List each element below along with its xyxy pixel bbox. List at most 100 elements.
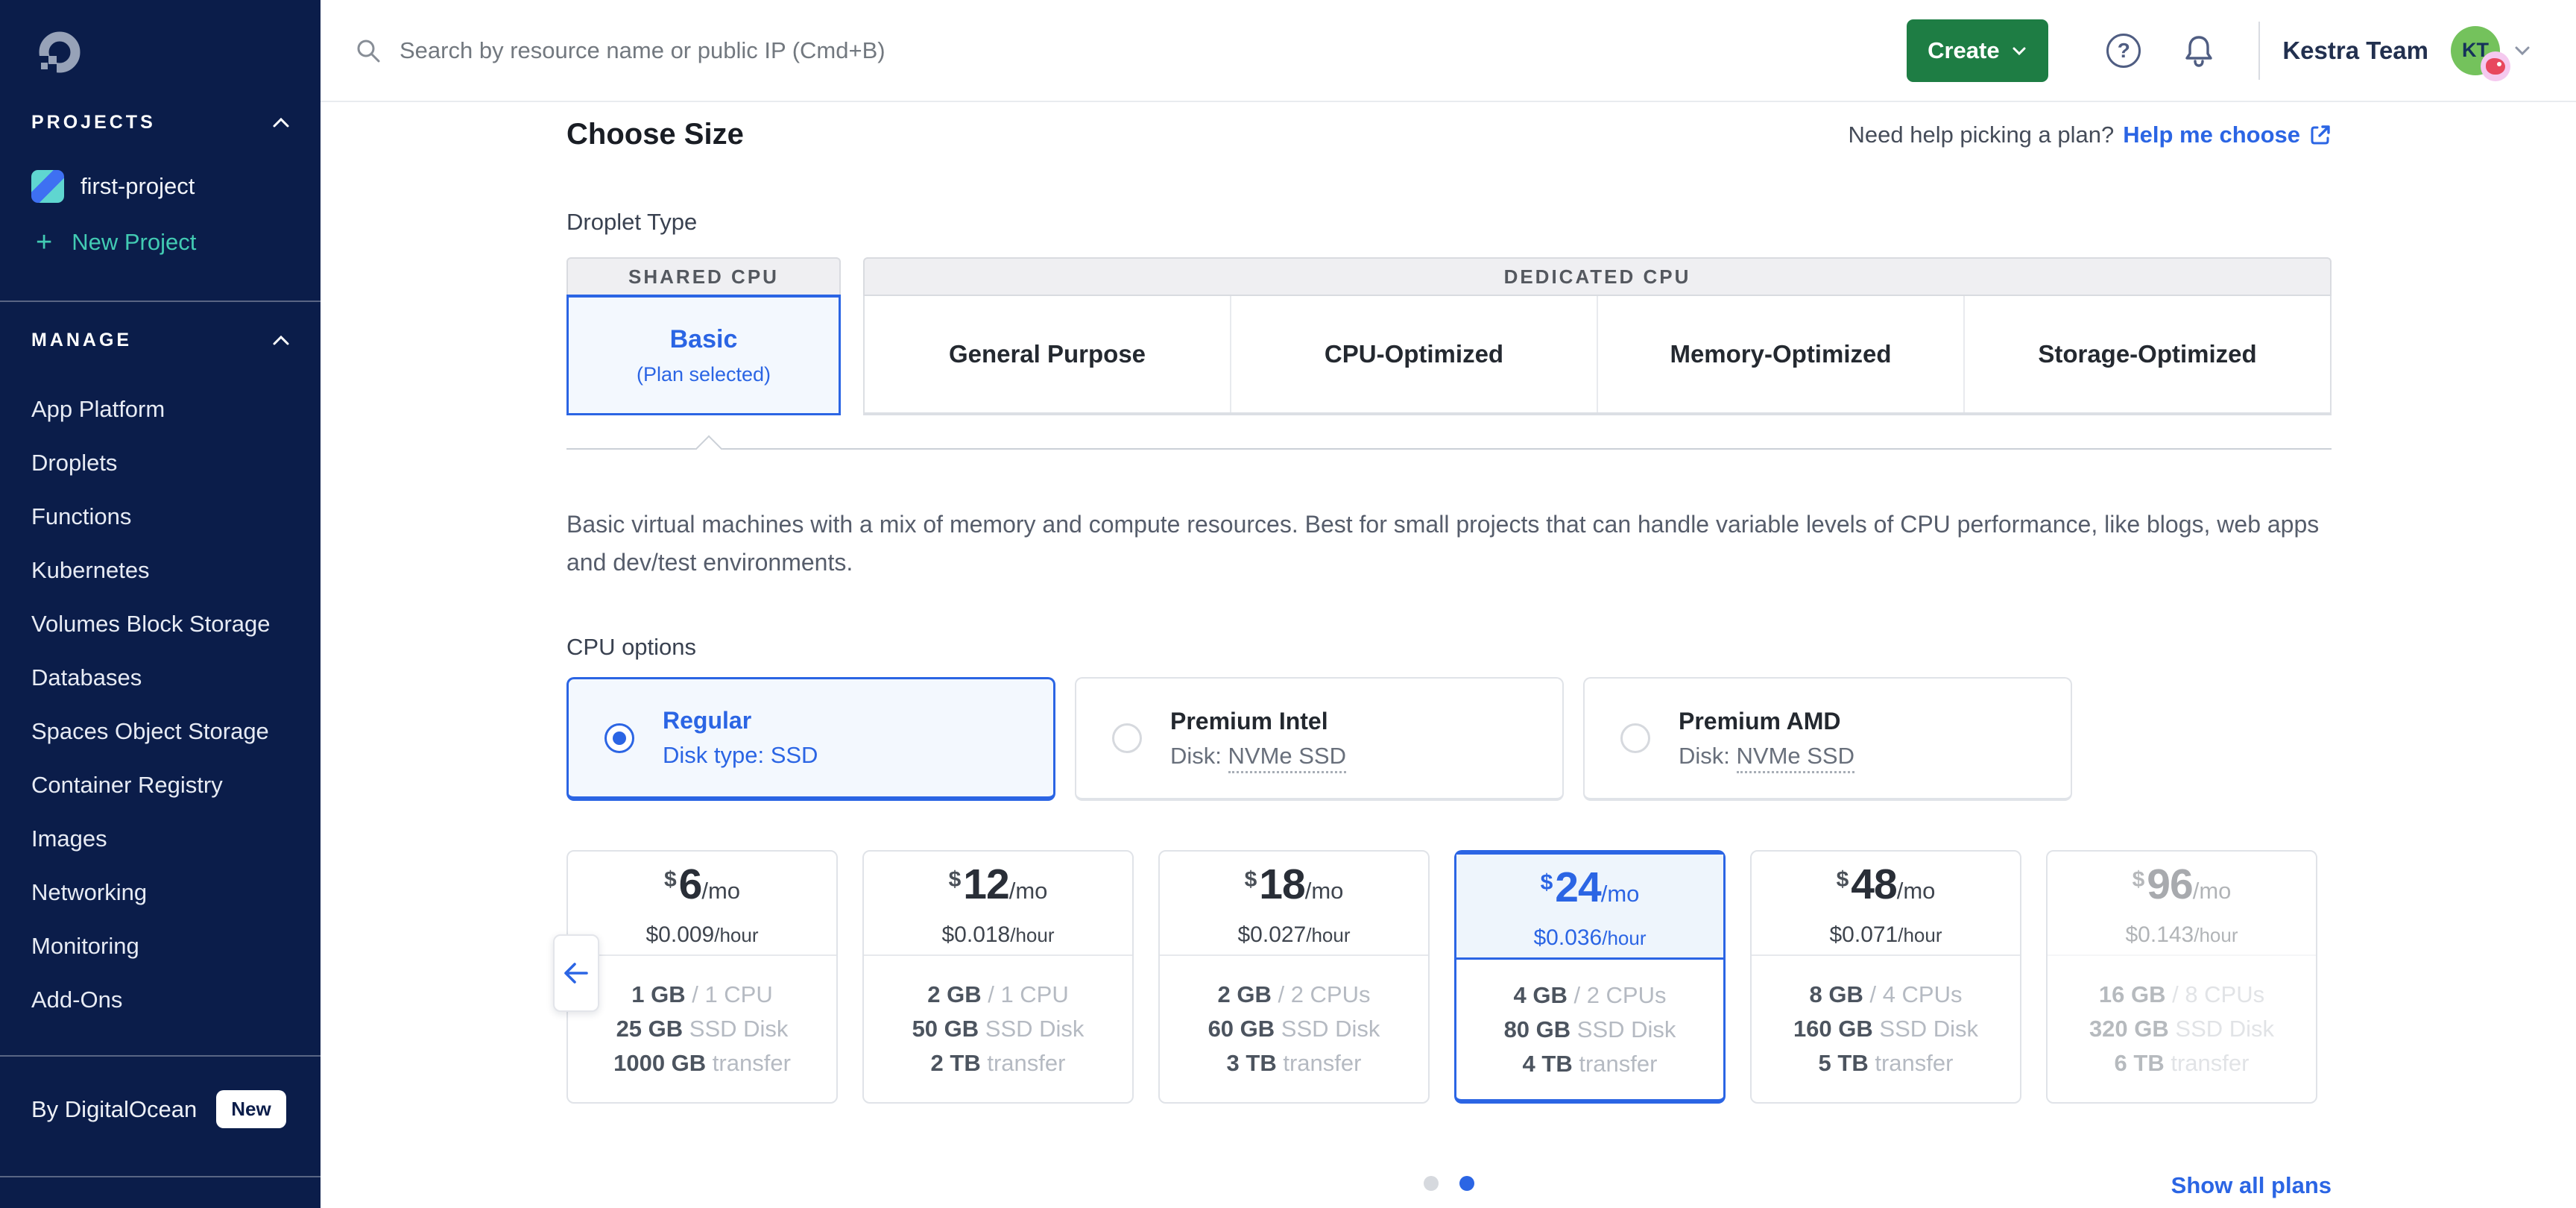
sidebar-item-first-project[interactable]: first-project bbox=[31, 170, 195, 203]
page-title: Choose Size bbox=[566, 118, 744, 151]
plan-spec-disk: 160 GB SSD Disk bbox=[1793, 1012, 1978, 1046]
chevron-up-icon[interactable] bbox=[271, 113, 291, 133]
per-hour-suffix: /hour bbox=[2194, 924, 2238, 946]
per-hour-suffix: /hour bbox=[1602, 927, 1646, 949]
per-hour-suffix: /hour bbox=[1010, 924, 1054, 946]
tab-general-purpose[interactable]: General Purpose bbox=[865, 296, 1230, 412]
sidebar-item-container-registry[interactable]: Container Registry bbox=[0, 758, 321, 812]
tab-basic-selected[interactable]: Basic (Plan selected) bbox=[566, 295, 841, 415]
plan-spec-ram: 16 GB / 8 CPUs bbox=[2099, 978, 2264, 1012]
manage-section-header: MANAGE bbox=[31, 330, 291, 351]
page-header: Choose Size Need help picking a plan? He… bbox=[566, 118, 2332, 151]
tab-storage-optimized[interactable]: Storage-Optimized bbox=[1963, 296, 2330, 412]
plan-card-6mo[interactable]: $6/mo $0.009/hour 1 GB / 1 CPU 25 GB SSD… bbox=[566, 850, 838, 1104]
tab-cpu-optimized[interactable]: CPU-Optimized bbox=[1230, 296, 1597, 412]
plan-cards-row: $6/mo $0.009/hour 1 GB / 1 CPU 25 GB SSD… bbox=[566, 850, 2317, 1104]
sidebar-item-databases[interactable]: Databases bbox=[0, 651, 321, 705]
create-label: Create bbox=[1928, 37, 2000, 64]
plan-description: Basic virtual machines with a mix of mem… bbox=[566, 506, 2340, 582]
plan-hourly-price: $0.036 bbox=[1533, 925, 1602, 950]
cpu-option-disk: Disk: NVMe SSD bbox=[1170, 743, 1346, 770]
plan-card-24mo-selected[interactable]: $24/mo $0.036/hour 4 GB / 2 CPUs 80 GB S… bbox=[1454, 850, 1726, 1104]
search-input[interactable] bbox=[398, 37, 1221, 65]
plan-price: 12 bbox=[963, 861, 1008, 908]
currency-symbol: $ bbox=[664, 867, 677, 892]
sidebar-item-volumes-block-storage[interactable]: Volumes Block Storage bbox=[0, 597, 321, 651]
plan-spec-transfer: 1000 GB transfer bbox=[613, 1046, 791, 1080]
sidebar-item-functions[interactable]: Functions bbox=[0, 490, 321, 544]
basic-tab-label: Basic bbox=[670, 325, 738, 354]
digitalocean-logo bbox=[39, 31, 80, 73]
pagination-dot-1[interactable] bbox=[1424, 1176, 1439, 1191]
projects-section-header: PROJECTS bbox=[31, 112, 291, 133]
plan-card-18mo[interactable]: $18/mo $0.027/hour 2 GB / 2 CPUs 60 GB S… bbox=[1158, 850, 1430, 1104]
cpu-option-cards: Regular Disk type: SSD Premium Intel Dis… bbox=[566, 677, 2072, 801]
nvme-ssd-tooltip-term[interactable]: NVMe SSD bbox=[1228, 743, 1346, 773]
droplet-type-label: Droplet Type bbox=[566, 209, 697, 236]
radio-selected-icon[interactable] bbox=[604, 723, 634, 753]
sidebar-item-images[interactable]: Images bbox=[0, 812, 321, 866]
sidebar-item-droplets[interactable]: Droplets bbox=[0, 436, 321, 490]
help-icon[interactable]: ? bbox=[2106, 34, 2141, 68]
new-project-button[interactable]: + New Project bbox=[36, 228, 196, 257]
sidebar-divider bbox=[0, 301, 321, 302]
plan-spec-transfer: 4 TB transfer bbox=[1523, 1047, 1658, 1081]
plan-spec-ram: 2 GB / 1 CPU bbox=[927, 978, 1069, 1012]
help-link-label: Help me choose bbox=[2123, 122, 2300, 148]
nvme-ssd-tooltip-term[interactable]: NVMe SSD bbox=[1737, 743, 1854, 773]
topbar: Create ? Kestra Team KT bbox=[321, 0, 2576, 102]
tab-memory-optimized[interactable]: Memory-Optimized bbox=[1597, 296, 1963, 412]
cpu-option-title: Regular bbox=[663, 707, 818, 734]
sidebar-divider bbox=[0, 1055, 321, 1057]
cpu-option-regular[interactable]: Regular Disk type: SSD bbox=[566, 677, 1055, 801]
carousel-left-arrow-button[interactable] bbox=[553, 934, 599, 1012]
plan-spec-ram: 2 GB / 2 CPUs bbox=[1217, 978, 1370, 1012]
plan-spec-disk: 60 GB SSD Disk bbox=[1208, 1012, 1380, 1046]
account-menu[interactable]: KT bbox=[2451, 26, 2500, 75]
cpu-option-disk: Disk type: SSD bbox=[663, 742, 818, 769]
sidebar-item-monitoring[interactable]: Monitoring bbox=[0, 919, 321, 973]
plan-card-96mo[interactable]: $96/mo $0.143/hour 16 GB / 8 CPUs 320 GB… bbox=[2046, 850, 2317, 1104]
manage-label: MANAGE bbox=[31, 330, 132, 351]
per-month-suffix: /mo bbox=[1305, 878, 1344, 904]
radio-unselected-icon[interactable] bbox=[1620, 723, 1650, 753]
sidebar-footer: By DigitalOcean New bbox=[31, 1090, 286, 1128]
cpu-options-label: CPU options bbox=[566, 634, 696, 661]
plan-spec-disk: 320 GB SSD Disk bbox=[2089, 1012, 2274, 1046]
cpu-option-title: Premium Intel bbox=[1170, 708, 1346, 735]
chevron-up-icon[interactable] bbox=[271, 331, 291, 350]
droplet-create-page: PROJECTS first-project + New Project MAN… bbox=[0, 0, 2576, 1208]
dedicated-cpu-header: DEDICATED CPU bbox=[863, 257, 2332, 296]
cpu-option-premium-amd[interactable]: Premium AMD Disk: NVMe SSD bbox=[1583, 677, 2072, 801]
search-icon bbox=[355, 37, 382, 64]
sidebar-item-networking[interactable]: Networking bbox=[0, 866, 321, 919]
show-all-plans-link[interactable]: Show all plans bbox=[2171, 1172, 2332, 1199]
plus-icon: + bbox=[36, 228, 52, 257]
cpu-option-premium-intel[interactable]: Premium Intel Disk: NVMe SSD bbox=[1075, 677, 1564, 801]
plan-hourly-price: $0.027 bbox=[1237, 922, 1306, 947]
notifications-bell-icon[interactable] bbox=[2181, 33, 2217, 69]
avatar-badge bbox=[2481, 51, 2510, 81]
sidebar-item-kubernetes[interactable]: Kubernetes bbox=[0, 544, 321, 597]
topbar-right: Create ? Kestra Team KT bbox=[1907, 19, 2576, 82]
pagination-dot-2[interactable] bbox=[1459, 1176, 1474, 1191]
help-me-choose-link[interactable]: Help me choose bbox=[2123, 122, 2332, 148]
create-button[interactable]: Create bbox=[1907, 19, 2048, 82]
sidebar-item-app-platform[interactable]: App Platform bbox=[0, 383, 321, 436]
currency-symbol: $ bbox=[1245, 867, 1257, 892]
plan-spec-disk: 50 GB SSD Disk bbox=[912, 1012, 1085, 1046]
plan-card-48mo[interactable]: $48/mo $0.071/hour 8 GB / 4 CPUs 160 GB … bbox=[1750, 850, 2021, 1104]
chevron-down-icon[interactable] bbox=[2512, 40, 2533, 61]
carousel-pagination bbox=[566, 1176, 2332, 1191]
plan-spec-disk: 25 GB SSD Disk bbox=[616, 1012, 789, 1046]
plan-spec-transfer: 2 TB transfer bbox=[931, 1046, 1066, 1080]
team-name[interactable]: Kestra Team bbox=[2282, 37, 2428, 65]
selected-tab-pointer-rule bbox=[566, 448, 2332, 450]
plan-card-12mo[interactable]: $12/mo $0.018/hour 2 GB / 1 CPU 50 GB SS… bbox=[862, 850, 1134, 1104]
plan-spec-ram: 8 GB / 4 CPUs bbox=[1809, 978, 1962, 1012]
radio-unselected-icon[interactable] bbox=[1112, 723, 1142, 753]
sidebar-item-add-ons[interactable]: Add-Ons bbox=[0, 973, 321, 1027]
per-month-suffix: /mo bbox=[2193, 878, 2232, 904]
sidebar-item-spaces-object-storage[interactable]: Spaces Object Storage bbox=[0, 705, 321, 758]
new-project-label: New Project bbox=[72, 229, 196, 256]
